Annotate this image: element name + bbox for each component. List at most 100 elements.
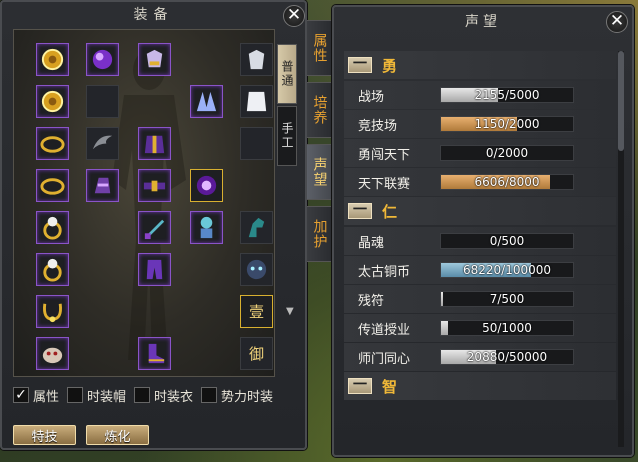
progress-text: 7/500 bbox=[489, 292, 525, 306]
scroll-thumb[interactable] bbox=[618, 51, 624, 151]
white-robe-icon bbox=[246, 91, 267, 112]
ring-slot-2[interactable] bbox=[36, 253, 69, 286]
checkbox-faction-costume[interactable]: 势力时装 bbox=[201, 386, 273, 405]
skill-button[interactable]: 特技 bbox=[13, 425, 76, 445]
checkbox-costume-clothes[interactable]: 时装衣 bbox=[134, 386, 193, 405]
progress-text: 0/2000 bbox=[485, 146, 529, 160]
section-header[interactable]: 一勇 bbox=[344, 51, 616, 79]
reputation-scrollbar[interactable] bbox=[618, 51, 624, 447]
seal-one-glyph: 壹 bbox=[248, 303, 264, 321]
reputation-progress-bar: 20880/50000 bbox=[440, 349, 574, 365]
reputation-name: 晶魂 bbox=[358, 235, 385, 251]
reputation-name: 师门同心 bbox=[358, 351, 411, 367]
seal-one-slot[interactable]: 壹 bbox=[240, 295, 273, 328]
wing-slot[interactable] bbox=[86, 127, 119, 160]
checkbox-costume-hat[interactable]: 时装帽 bbox=[67, 386, 126, 405]
mystic-orb-slot[interactable] bbox=[190, 169, 223, 202]
reputation-row: 残符 7/500 bbox=[344, 285, 616, 313]
costume-robe-slot[interactable] bbox=[240, 85, 273, 118]
pet-slot[interactable] bbox=[36, 337, 69, 370]
reputation-close-button[interactable]: ✕ bbox=[606, 11, 628, 33]
checkbox-box[interactable]: ✓ bbox=[13, 387, 29, 403]
seal-defend-slot[interactable]: 御 bbox=[240, 337, 273, 370]
reputation-title: 声望 bbox=[465, 14, 501, 30]
purple-pants-icon bbox=[146, 259, 163, 280]
glove-slot[interactable] bbox=[86, 169, 119, 202]
gold-chain-icon bbox=[43, 303, 62, 323]
companion-slot[interactable] bbox=[190, 211, 223, 244]
white-armor-icon bbox=[248, 49, 265, 70]
tab-normal[interactable]: 普通 bbox=[277, 44, 297, 104]
mount-slot[interactable] bbox=[240, 211, 273, 244]
purple-robe-icon bbox=[144, 135, 165, 154]
spirit-orb-slot[interactable] bbox=[86, 43, 119, 76]
horse-head-icon bbox=[248, 217, 265, 238]
gold-ring-icon bbox=[41, 48, 64, 71]
checkbox-label: 时装帽 bbox=[87, 389, 127, 405]
checkbox-box[interactable] bbox=[134, 387, 151, 403]
necklace-slot[interactable] bbox=[36, 43, 69, 76]
tab-handcraft[interactable]: 手工 bbox=[277, 106, 297, 166]
reputation-row: 传道授业 50/1000 bbox=[344, 314, 616, 342]
section-header[interactable]: 一智 bbox=[344, 372, 616, 400]
weapon-slot[interactable] bbox=[138, 211, 171, 244]
reputation-progress-bar: 7/500 bbox=[440, 291, 574, 307]
section-label: 勇 bbox=[382, 56, 398, 75]
costume-hat-slot[interactable] bbox=[240, 43, 273, 76]
companion-figure-icon bbox=[200, 216, 213, 239]
tab-cultivation[interactable]: 培养 bbox=[307, 82, 332, 138]
reputation-progress-bar: 1150/2000 bbox=[440, 116, 574, 132]
reputation-progress-bar: 6606/8000 bbox=[440, 174, 574, 190]
checkbox-attributes[interactable]: ✓ 属性 bbox=[13, 386, 59, 405]
ring-slot-1[interactable] bbox=[36, 211, 69, 244]
reputation-row: 晶魂 0/500 bbox=[344, 227, 616, 255]
helmet-slot[interactable] bbox=[138, 43, 171, 76]
checkbox-box[interactable] bbox=[67, 387, 84, 403]
collapse-button[interactable]: 一 bbox=[348, 203, 372, 219]
equipment-close-button[interactable]: ✕ bbox=[283, 5, 305, 27]
refine-button[interactable]: 炼化 bbox=[86, 425, 149, 445]
progress-text: 68220/100000 bbox=[462, 263, 552, 277]
bracelet-slot-1[interactable] bbox=[36, 127, 69, 160]
tab-blessing[interactable]: 加护 bbox=[307, 206, 332, 262]
tab-attributes[interactable]: 属性 bbox=[307, 20, 332, 76]
section-header[interactable]: 一仁 bbox=[344, 197, 616, 225]
empty-slot-1[interactable] bbox=[86, 85, 119, 118]
bracelet-slot-2[interactable] bbox=[36, 169, 69, 202]
progress-text: 50/1000 bbox=[482, 321, 532, 335]
collapse-button[interactable]: 一 bbox=[348, 378, 372, 394]
crystal-wing-icon bbox=[196, 91, 217, 112]
reputation-name: 天下联赛 bbox=[358, 176, 411, 192]
scroll-down-arrow-icon[interactable]: ▼ bbox=[286, 306, 294, 317]
checkbox-label: 属性 bbox=[33, 389, 60, 405]
belt-slot[interactable] bbox=[138, 169, 171, 202]
reputation-progress-bar: 68220/100000 bbox=[440, 262, 574, 278]
empty-slot-2[interactable] bbox=[240, 127, 273, 160]
display-options: ✓ 属性 时装帽 时装衣 势力时装 bbox=[13, 386, 273, 405]
checkbox-box[interactable] bbox=[201, 387, 218, 403]
purple-orb-icon bbox=[92, 49, 113, 70]
reputation-row: 太古铜币 68220/100000 bbox=[344, 256, 616, 284]
equipment-grid: 壹 御 bbox=[13, 29, 275, 377]
progress-text: 6606/8000 bbox=[474, 175, 540, 189]
reputation-name: 残符 bbox=[358, 293, 385, 309]
progress-text: 20880/50000 bbox=[466, 350, 548, 364]
reputation-progress-bar: 50/1000 bbox=[440, 320, 574, 336]
reputation-row: 战场 2155/5000 bbox=[344, 81, 616, 109]
reputation-panel: 声望 ✕ 一勇战场 2155/5000 竞技场 1150/2000 勇闯天下 0/2000… bbox=[332, 5, 634, 457]
bead-slot[interactable] bbox=[36, 85, 69, 118]
spirit-beast-slot[interactable] bbox=[240, 253, 273, 286]
tab-reputation[interactable]: 声望 bbox=[307, 144, 332, 200]
chest-slot[interactable] bbox=[138, 127, 171, 160]
equipment-title: 装备 bbox=[133, 7, 174, 23]
character-side-tabs: 属性 培养 声望 加护 bbox=[307, 20, 332, 268]
seal-defend-glyph: 御 bbox=[248, 345, 264, 363]
gold-bangle-icon bbox=[40, 136, 65, 153]
amulet-slot[interactable] bbox=[36, 295, 69, 328]
boots-slot[interactable] bbox=[138, 337, 171, 370]
crystal-slot[interactable] bbox=[190, 85, 223, 118]
reputation-row: 师门同心 20880/50000 bbox=[344, 343, 616, 371]
pants-slot[interactable] bbox=[138, 253, 171, 286]
reputation-progress-bar: 2155/5000 bbox=[440, 87, 574, 103]
collapse-button[interactable]: 一 bbox=[348, 57, 372, 73]
